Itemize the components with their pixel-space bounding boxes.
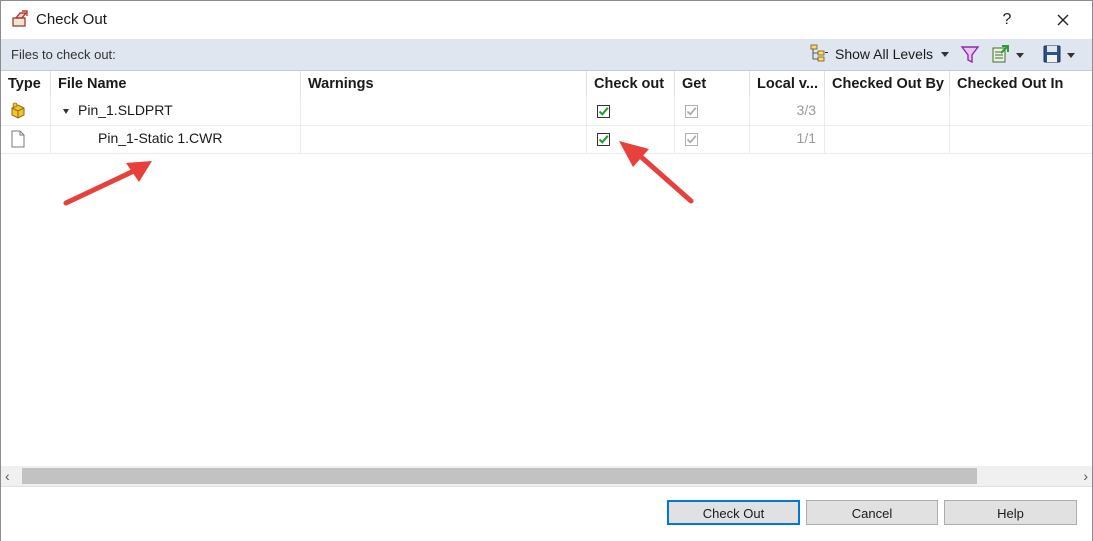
- file-name-cell: Pin_1.SLDPRT: [51, 98, 301, 125]
- show-all-levels-dropdown[interactable]: Show All Levels: [809, 43, 950, 65]
- check-out-app-icon: [11, 10, 29, 28]
- local-version: 3/3: [796, 102, 816, 118]
- column-header-file-name[interactable]: File Name: [51, 71, 301, 98]
- document-icon: [11, 130, 25, 151]
- type-cell: [1, 98, 51, 125]
- chevron-down-icon: [1016, 52, 1024, 58]
- column-header-checked-out-in[interactable]: Checked Out In: [950, 71, 1092, 98]
- cancel-button[interactable]: Cancel: [806, 500, 938, 525]
- title-bar: Check Out ?: [1, 1, 1092, 39]
- scrollbar-thumb[interactable]: [22, 468, 977, 484]
- file-name: Pin_1-Static 1.CWR: [98, 130, 223, 146]
- help-button[interactable]: Help: [944, 500, 1077, 525]
- local-version-cell: 1/1: [750, 126, 825, 153]
- part-icon: [10, 102, 26, 123]
- column-header-check-out[interactable]: Check out: [587, 71, 675, 98]
- checked-out-in-cell: [950, 126, 1092, 153]
- checked-out-in-cell: [950, 98, 1092, 125]
- horizontal-scrollbar[interactable]: ‹ ›: [1, 466, 1092, 486]
- close-icon[interactable]: [1048, 5, 1078, 35]
- warnings-cell: [301, 126, 587, 153]
- scroll-left-icon[interactable]: ‹: [5, 468, 19, 484]
- type-cell: [1, 126, 51, 153]
- table-row[interactable]: Pin_1.SLDPRT 3/3: [1, 98, 1092, 126]
- table-row[interactable]: Pin_1-Static 1.CWR 1/1: [1, 126, 1092, 154]
- column-header-local-version[interactable]: Local v...: [750, 71, 825, 98]
- chevron-down-icon: [1067, 52, 1075, 58]
- column-header-type[interactable]: Type: [1, 71, 51, 98]
- get-checkbox: [685, 105, 698, 118]
- dialog-footer: Check Out Cancel Help: [1, 486, 1092, 541]
- check-out-button[interactable]: Check Out: [667, 500, 800, 525]
- filter-icon[interactable]: [960, 45, 980, 65]
- chevron-down-icon: [941, 51, 950, 57]
- arrow-to-file-name: [63, 161, 152, 206]
- arrow-to-check-out-checkbox: [619, 141, 694, 204]
- local-version: 1/1: [796, 130, 816, 146]
- local-version-cell: 3/3: [750, 98, 825, 125]
- save-dropdown[interactable]: [1042, 43, 1078, 67]
- column-header-warnings[interactable]: Warnings: [301, 71, 587, 98]
- column-header-get[interactable]: Get: [675, 71, 750, 98]
- get-cell: [675, 98, 750, 125]
- help-icon[interactable]: ?: [995, 7, 1019, 33]
- warnings-cell: [301, 98, 587, 125]
- check-out-cell: [587, 98, 675, 125]
- files-to-check-out-label: Files to check out:: [11, 47, 116, 62]
- table-header: Type File Name Warnings Check out Get Lo…: [1, 71, 1092, 98]
- save-icon: [1042, 44, 1062, 67]
- window-title: Check Out: [36, 11, 107, 28]
- export-dropdown[interactable]: [991, 43, 1027, 67]
- chevron-down-icon[interactable]: [63, 109, 69, 114]
- file-name-cell: Pin_1-Static 1.CWR: [51, 126, 301, 153]
- toolbar: Files to check out: Show All Levels: [1, 39, 1092, 71]
- tree-levels-icon: [809, 44, 829, 65]
- export-icon: [991, 44, 1011, 67]
- column-header-checked-out-by[interactable]: Checked Out By: [825, 71, 950, 98]
- check-out-checkbox[interactable]: [597, 105, 610, 118]
- show-all-levels-label: Show All Levels: [835, 46, 934, 62]
- check-out-dialog: Check Out ? Files to check out: Show All…: [0, 0, 1093, 541]
- checked-out-by-cell: [825, 98, 950, 125]
- checked-out-by-cell: [825, 126, 950, 153]
- files-table: Type File Name Warnings Check out Get Lo…: [1, 71, 1092, 466]
- file-name: Pin_1.SLDPRT: [78, 102, 173, 118]
- scroll-right-icon[interactable]: ›: [1074, 468, 1088, 484]
